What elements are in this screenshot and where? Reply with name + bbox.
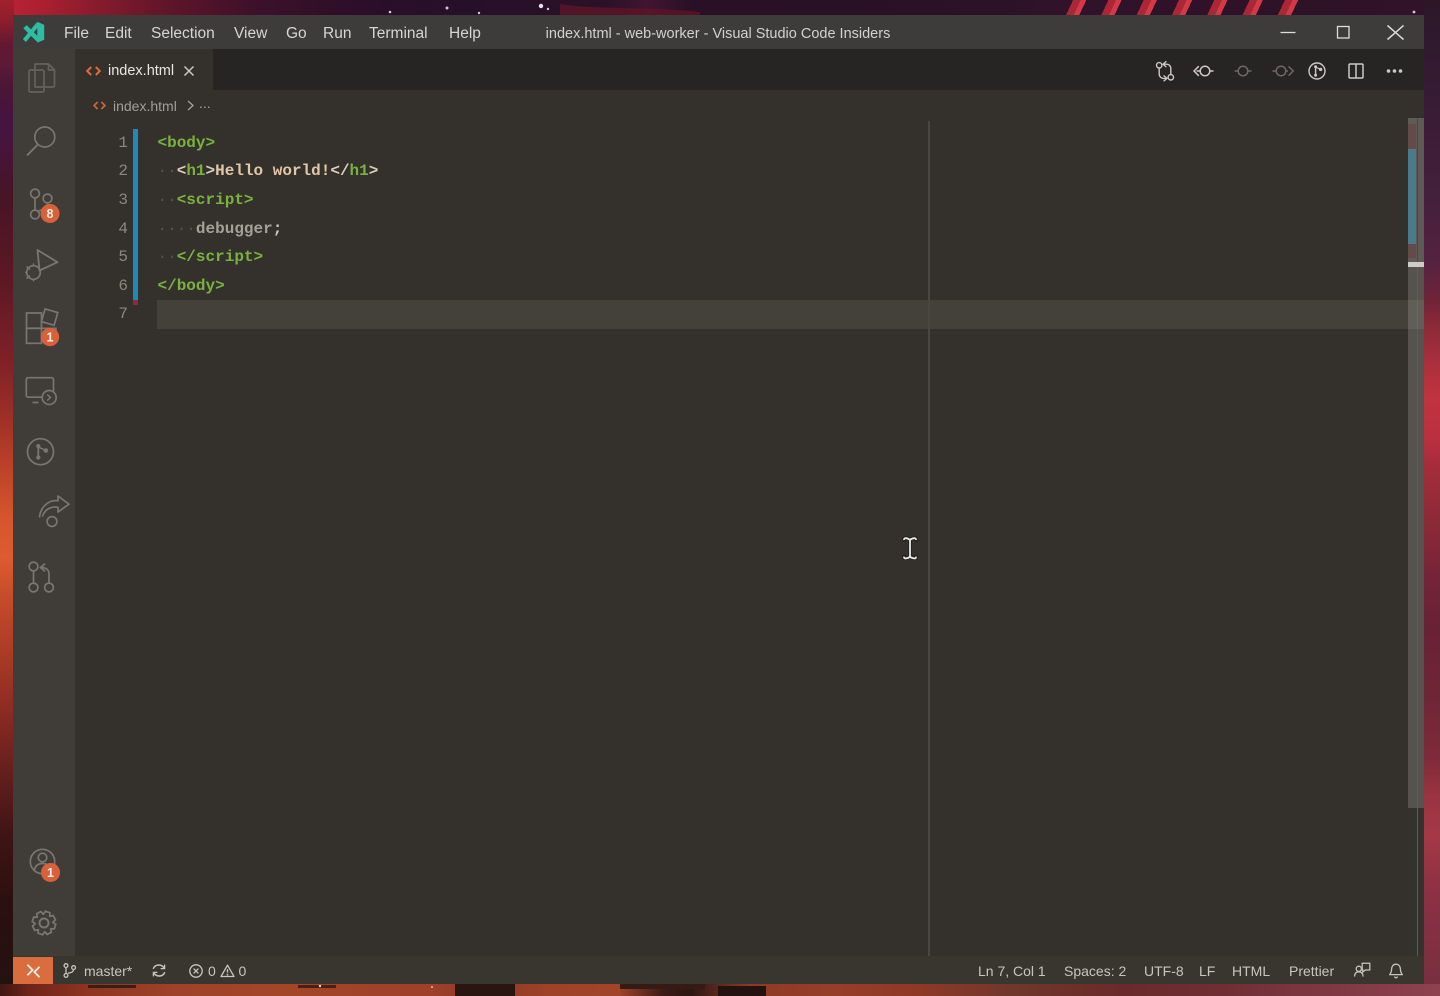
svg-text:8: 8 (47, 207, 54, 221)
svg-text:1: 1 (47, 866, 54, 880)
svg-text:1: 1 (47, 331, 54, 345)
